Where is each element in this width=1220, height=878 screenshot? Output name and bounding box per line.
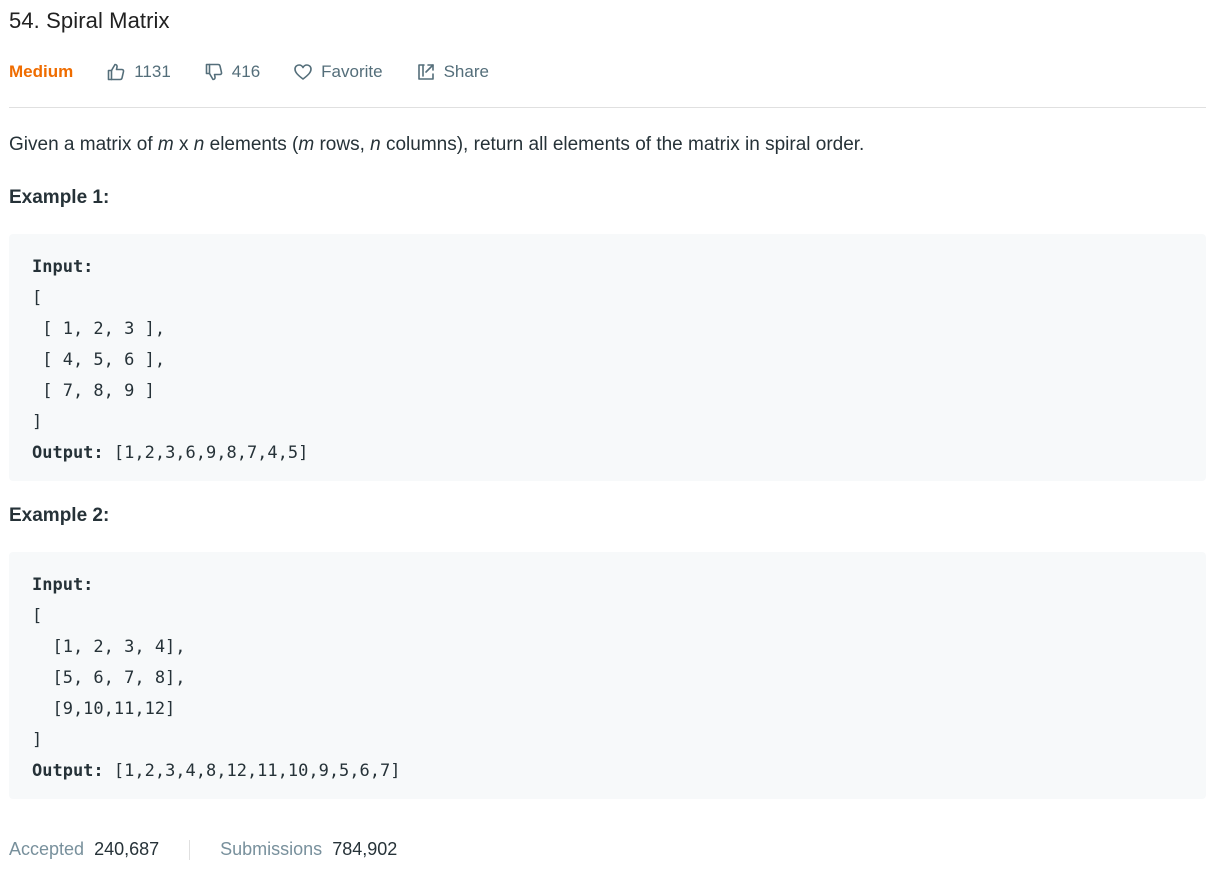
code-line: [ 7, 8, 9 ] — [32, 381, 155, 401]
share-label: Share — [443, 62, 489, 81]
code-line: [5, 6, 7, 8], — [32, 668, 186, 688]
code-line: ] — [32, 412, 43, 432]
accepted-value: 240,687 — [94, 839, 160, 859]
favorite-button[interactable]: Favorite — [293, 62, 383, 82]
code-line: Input: — [32, 570, 1206, 601]
like-button[interactable]: 1131 — [106, 62, 171, 82]
output-label: Output: — [32, 443, 104, 463]
problem-meta-bar: Medium 1131 416 Favorite Share — [9, 60, 489, 84]
problem-title: 54. Spiral Matrix — [9, 8, 170, 33]
description-var-n: n — [370, 134, 381, 155]
dislike-count: 416 — [231, 62, 261, 81]
example-2-code-block: Input: [ [1, 2, 3, 4], [5, 6, 7, 8], [9,… — [9, 552, 1206, 799]
share-button[interactable]: Share — [416, 62, 489, 82]
share-icon — [417, 64, 434, 80]
description-text: rows, — [314, 134, 371, 155]
accepted-label: Accepted — [9, 839, 85, 859]
code-line: [ 4, 5, 6 ], — [32, 350, 166, 370]
submissions-value: 784,902 — [332, 839, 398, 859]
output-value: [1,2,3,6,9,8,7,4,5] — [103, 443, 309, 463]
code-line: Output: [1,2,3,6,9,8,7,4,5] — [32, 438, 1206, 469]
code-line: [1, 2, 3, 4], — [32, 637, 186, 657]
example-2-heading: Example 2: — [9, 505, 110, 526]
code-line: Input: — [32, 252, 1206, 283]
input-label: Input: — [32, 257, 94, 277]
input-label: Input: — [32, 575, 94, 595]
header-divider — [9, 107, 1206, 108]
problem-description: Given a matrix of m x n elements (m rows… — [9, 134, 864, 156]
like-count: 1131 — [134, 62, 171, 81]
submissions-label: Submissions — [220, 839, 323, 859]
output-label: Output: — [32, 761, 104, 781]
description-text: elements ( — [204, 134, 299, 155]
example-1-heading: Example 1: — [9, 187, 110, 208]
code-line: Output: [1,2,3,4,8,12,11,10,9,5,6,7] — [32, 756, 1206, 787]
output-value: [1,2,3,4,8,12,11,10,9,5,6,7] — [103, 761, 401, 781]
code-line: ] — [32, 730, 43, 750]
description-text: x — [173, 134, 194, 155]
code-line: [ 1, 2, 3 ], — [32, 319, 166, 339]
code-line: [ — [32, 288, 43, 308]
thumbs-down-icon — [205, 63, 223, 81]
description-var-n: n — [193, 134, 205, 155]
code-line: [9,10,11,12] — [32, 699, 176, 719]
stats-divider — [189, 839, 191, 860]
thumbs-up-icon — [107, 63, 125, 81]
heart-icon — [294, 64, 312, 80]
favorite-label: Favorite — [321, 62, 383, 81]
description-text: columns), return all elements of the mat… — [380, 134, 865, 155]
difficulty-badge: Medium — [9, 62, 74, 81]
example-1-code-block: Input: [ [ 1, 2, 3 ], [ 4, 5, 6 ], [ 7, … — [9, 234, 1206, 481]
description-var-m: m — [157, 134, 174, 155]
submission-stats: Accepted 240,687 Submissions 784,902 — [9, 839, 397, 860]
code-line: [ — [32, 606, 43, 626]
dislike-button[interactable]: 416 — [204, 62, 260, 82]
description-var-m: m — [298, 134, 315, 155]
description-text: Given a matrix of — [9, 134, 158, 155]
